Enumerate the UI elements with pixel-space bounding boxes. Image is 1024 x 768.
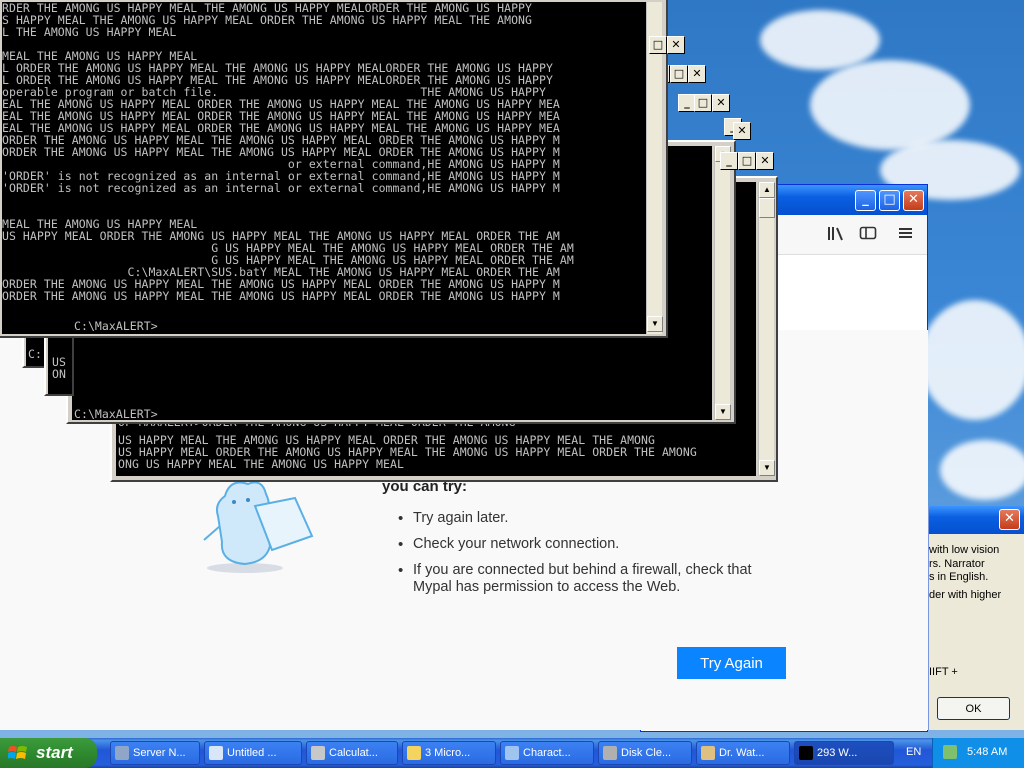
app-icon: [209, 746, 223, 760]
scroll-down-icon[interactable]: ▼: [647, 316, 663, 332]
offline-mascot-illustration: [203, 481, 314, 573]
taskbar: start Server N... Untitled ... Calculat...…: [0, 738, 1024, 768]
taskbar-button[interactable]: Dr. Wat...: [696, 741, 790, 765]
maximize-button[interactable]: □: [694, 94, 712, 112]
taskbar-button-label: Untitled ...: [227, 747, 277, 759]
minimize-button[interactable]: _: [720, 152, 738, 170]
windows-logo-icon: [8, 746, 27, 759]
network-icon[interactable]: [943, 745, 957, 759]
taskbar-button-label: Server N...: [133, 747, 186, 759]
console-prompt: C:\MaxALERT>: [74, 407, 158, 420]
taskbar-button[interactable]: Disk Cle...: [598, 741, 692, 765]
narrator-text-line: s in English.: [929, 571, 989, 583]
scroll-up-icon[interactable]: ▲: [759, 182, 775, 198]
app-icon: [407, 746, 421, 760]
maximize-button[interactable]: □: [670, 65, 688, 83]
app-icon: [505, 746, 519, 760]
taskbar-button[interactable]: 293 W...: [794, 741, 894, 765]
maximize-button[interactable]: □: [879, 190, 900, 211]
close-button[interactable]: ✕: [756, 152, 774, 170]
start-button[interactable]: start: [0, 738, 97, 768]
close-button[interactable]: ✕: [712, 94, 730, 112]
narrator-text-line: rs. Narrator: [929, 558, 985, 570]
taskbar-button[interactable]: Server N...: [110, 741, 200, 765]
console-output: RDER THE AMONG US HAPPY MEAL THE AMONG U…: [2, 2, 646, 334]
console-text-line: ORDER THE AMONG US HAPPY MEAL THE AMONG …: [2, 289, 560, 303]
console-text-line: ON: [52, 367, 66, 381]
narrator-title-bar[interactable]: ✕: [929, 506, 1024, 534]
maximize-button[interactable]: □: [738, 152, 756, 170]
ok-button[interactable]: OK: [937, 697, 1010, 720]
narrator-text-line: IIFT +: [929, 666, 958, 678]
language-indicator[interactable]: EN: [906, 746, 921, 758]
list-item: Try again later.: [398, 510, 798, 527]
app-icon: [603, 746, 617, 760]
scrollbar[interactable]: ▲ ▼: [714, 146, 731, 420]
try-again-button[interactable]: Try Again: [677, 647, 786, 679]
clock[interactable]: 5:48 AM: [967, 746, 1007, 758]
app-icon: [799, 746, 813, 760]
sidebar-icon[interactable]: [857, 225, 879, 247]
close-button[interactable]: ✕: [999, 509, 1020, 530]
console-window: RDER THE AMONG US HAPPY MEAL THE AMONG U…: [0, 0, 668, 338]
console-text-line: 'ORDER' is not recognized as an internal…: [2, 181, 560, 195]
taskbar-button-label: Charact...: [523, 747, 571, 759]
console-text-line: L THE AMONG US HAPPY MEAL: [2, 25, 177, 39]
scroll-thumb[interactable]: [759, 198, 775, 218]
close-button[interactable]: ✕: [688, 65, 706, 83]
console-text-line: C:: [28, 347, 42, 361]
console-text-line: ONG US HAPPY MEAL THE AMONG US HAPPY MEA…: [118, 457, 404, 471]
narrator-text-line: der with higher: [929, 589, 1002, 601]
start-label: start: [36, 743, 73, 762]
close-button[interactable]: ✕: [667, 36, 685, 54]
taskbar-button-label: Disk Cle...: [621, 747, 672, 759]
taskbar-button[interactable]: Charact...: [500, 741, 594, 765]
system-tray: EN 5:48 AM: [906, 738, 1024, 768]
console-prompt: C:\MaxALERT>: [74, 319, 158, 333]
maximize-button[interactable]: □: [649, 36, 667, 54]
scroll-down-icon[interactable]: ▼: [759, 460, 775, 476]
app-icon: [311, 746, 325, 760]
taskbar-button[interactable]: 3 Micro...: [402, 741, 496, 765]
scrollbar[interactable]: ▲ ▼: [758, 182, 775, 476]
app-icon: [115, 746, 129, 760]
taskbar-button-label: 3 Micro...: [425, 747, 471, 759]
close-button[interactable]: ✕: [903, 190, 924, 211]
taskbar-button-label: 293 W...: [817, 747, 858, 759]
taskbar-button-label: Dr. Wat...: [719, 747, 765, 759]
taskbar-button[interactable]: Calculat...: [306, 741, 398, 765]
taskbar-button-label: Calculat...: [329, 747, 378, 759]
app-icon: [701, 746, 715, 760]
close-button[interactable]: ✕: [733, 122, 751, 140]
hamburger-menu-icon[interactable]: [895, 225, 917, 247]
taskbar-button[interactable]: Untitled ...: [204, 741, 302, 765]
library-icon[interactable]: [825, 225, 847, 247]
minimize-button[interactable]: _: [855, 190, 876, 211]
suggestions-list: Try again later. Check your network conn…: [398, 510, 798, 605]
list-item: If you are connected but behind a firewa…: [398, 562, 768, 596]
scroll-down-icon[interactable]: ▼: [715, 404, 731, 420]
narrator-text-line: with low vision: [929, 544, 1000, 556]
list-item: Check your network connection.: [398, 536, 798, 553]
